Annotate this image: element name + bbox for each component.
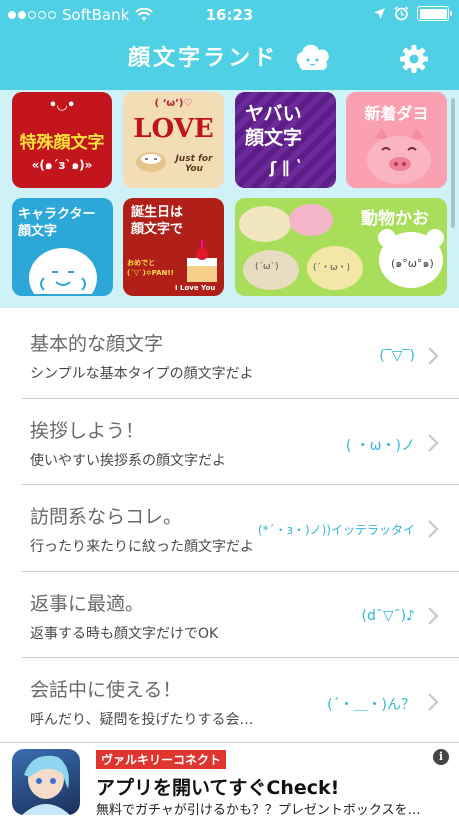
character-face-icon: [29, 248, 97, 294]
banner-face: (´ω`): [255, 262, 279, 272]
category-banner-grid: •◡• 特殊顔文字 «(๑´з`๑)» ( ‘ω’)♡ LOVE Just fo…: [0, 90, 459, 308]
pig-icon: [367, 128, 431, 184]
list-item-subtitle: 返事する時も顔文字だけでOK: [30, 625, 219, 642]
list-item-kaomoji: (´・＿・)ん？: [327, 697, 415, 713]
cloud-mascot-icon: [296, 44, 329, 70]
banner-label: 誕生日は顔文字で: [131, 205, 184, 237]
alarm-icon: [394, 6, 409, 21]
banner-label: 新着ダヨ: [364, 104, 429, 123]
list-item-title: 返事に最適。: [30, 592, 145, 615]
banner-face: (๑°ω°๑): [391, 257, 434, 270]
banner-caption: おめでと(´▽`)✡PAN!!: [127, 259, 174, 277]
app-header: SoftBank 16:23 顔文字ランド: [0, 0, 459, 90]
gear-icon[interactable]: [399, 44, 429, 74]
banner-label: ヤバい顔文字: [245, 103, 303, 149]
banner-new-arrivals[interactable]: 新着ダヨ: [346, 92, 447, 188]
banner-animal-faces[interactable]: 動物かお (´ω`) (´・ω・) (๑°ω°๑): [235, 198, 447, 296]
banner-caption: I Love You: [175, 284, 216, 292]
banner-deco: ( ‘ω’)♡: [154, 98, 193, 109]
list-item-kaomoji: (*´・з・)ノ))イッテラッタイ: [257, 523, 415, 537]
list-item-subtitle: シンプルな基本タイプの顔文字だよ: [30, 366, 254, 382]
ad-app-icon[interactable]: [12, 749, 80, 815]
list-item-kaomoji: ( ・ω・)ノ: [345, 437, 415, 454]
list-item-title: 基本的な顔文字: [30, 333, 164, 355]
ad-banner[interactable]: ヴァルキリーコネクト i アプリを開いてすぐCheck! 無料でガチャが引けるか…: [0, 742, 459, 817]
battery-icon: [417, 6, 452, 21]
list-item-kaomoji: (‾▽‾): [379, 348, 415, 364]
ad-brand-label: ヴァルキリーコネクト: [96, 750, 227, 769]
banner-yabai-kaomoji[interactable]: ヤバい顔文字 ʃ ∥ ʽ: [235, 92, 336, 188]
chevron-right-icon: [428, 606, 439, 625]
status-bar: SoftBank 16:23: [0, 0, 459, 30]
list-item[interactable]: 会話中に使える！ 呼んだり、疑問を投げたりする会… (´・＿・)ん？: [22, 658, 459, 745]
ad-info-icon[interactable]: i: [433, 749, 449, 765]
banner-caption: «(๑´з`๑)»: [31, 158, 93, 172]
list-item-kaomoji: (d¯▽¯)♪: [361, 607, 415, 624]
ad-headline: アプリを開いてすぐCheck!: [96, 777, 340, 799]
list-item-subtitle: 行ったり来たりに紋った顔文字だよ: [30, 539, 254, 555]
banner-face: (´・ω・): [313, 263, 351, 273]
list-item[interactable]: 基本的な顔文字 シンプルな基本タイプの顔文字だよ (‾▽‾): [22, 312, 459, 399]
banner-label: 特殊顔文字: [19, 133, 105, 153]
ad-character-image: [22, 755, 70, 815]
banner-label: LOVE: [133, 114, 214, 144]
list-item-title: 会話中に使える！: [30, 679, 182, 701]
list-item-subtitle: 使いやすい挨拶系の顔文字だよ: [30, 452, 226, 469]
banner-caption: ʃ ∥ ʽ: [269, 158, 302, 177]
location-arrow-icon: [374, 8, 385, 19]
chevron-right-icon: [428, 520, 439, 538]
banner-character-kaomoji[interactable]: キャラクター顔文字: [12, 198, 113, 296]
banner-label: •◡•: [48, 98, 76, 113]
list-item[interactable]: 挨拶しよう！ 使いやすい挨拶系の顔文字だよ ( ・ω・)ノ: [22, 399, 459, 485]
list-item[interactable]: 訪問系ならコレ。 行ったり来たりに紋った顔文字だよ (*´・з・)ノ))イッテラ…: [22, 485, 459, 572]
list-item-title: 挨拶しよう！: [30, 419, 145, 442]
app-title: 顔文字ランド: [128, 46, 279, 71]
list-item-subtitle: 呼んだり、疑問を投げたりする会…: [30, 712, 254, 728]
ad-body-text: 無料でガチャが引けるかも？？プレゼントボックスを…: [96, 803, 421, 817]
banner-caption: Just for You: [175, 154, 213, 174]
animal-illustration: [239, 204, 444, 290]
banner-label: キャラクター顔文字: [18, 207, 96, 239]
banner-love[interactable]: ( ‘ω’)♡ LOVE Just for You: [123, 92, 224, 188]
chevron-right-icon: [428, 693, 439, 711]
cup-icon: [136, 152, 166, 172]
kaomoji-category-list: 基本的な顔文字 シンプルな基本タイプの顔文字だよ (‾▽‾) 挨拶しよう！ 使い…: [22, 312, 459, 745]
cake-icon: [187, 240, 217, 282]
banner-scrollbar[interactable]: [451, 98, 455, 228]
chevron-right-icon: [428, 347, 439, 365]
banner-birthday[interactable]: 誕生日は顔文字で おめでと(´▽`)✡PAN!! I Love You: [123, 198, 224, 296]
banner-special-kaomoji[interactable]: •◡• 特殊顔文字 «(๑´з`๑)»: [12, 92, 112, 188]
list-item-title: 訪問系ならコレ。: [30, 506, 183, 528]
list-item[interactable]: 返事に最適。 返事する時も顔文字だけでOK (d¯▽¯)♪: [22, 572, 459, 658]
chevron-right-icon: [428, 433, 439, 452]
